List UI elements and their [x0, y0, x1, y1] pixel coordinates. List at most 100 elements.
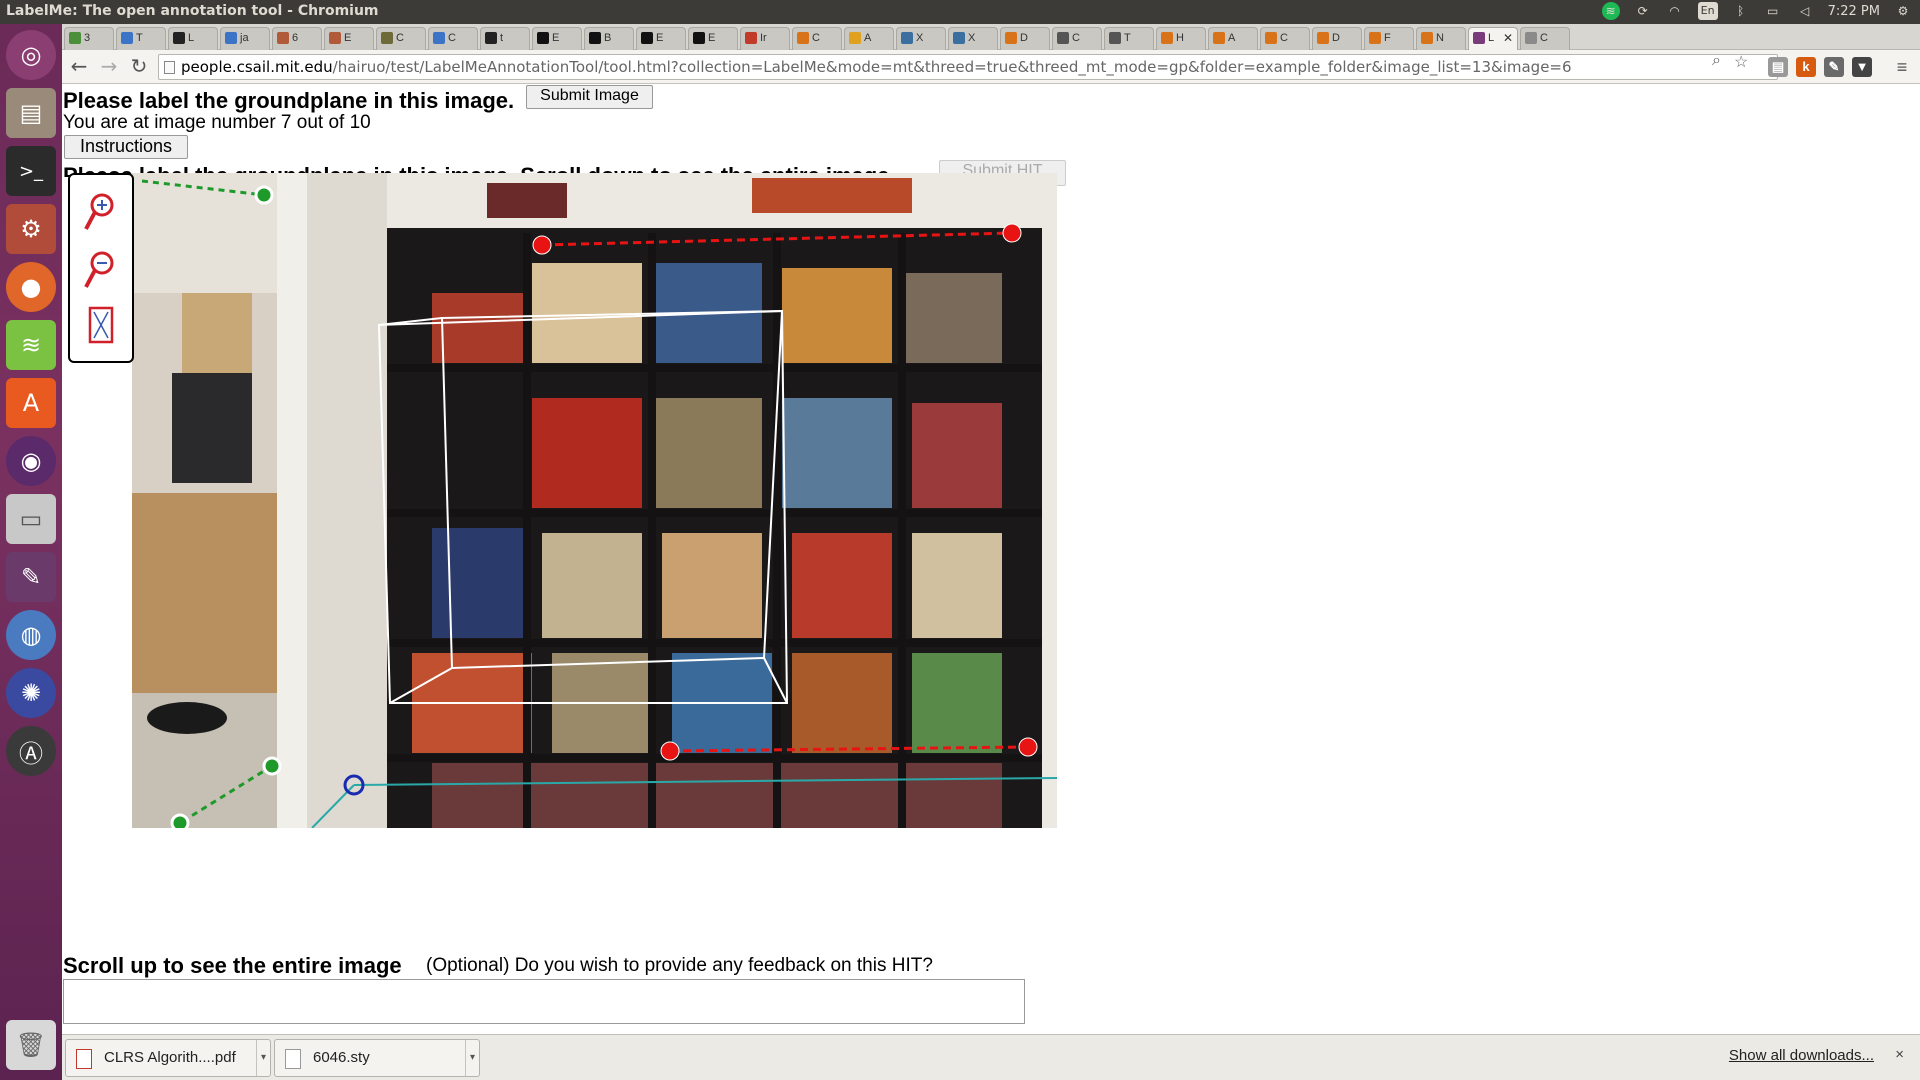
image-editor-icon[interactable]: ✎ [6, 552, 56, 602]
browser-tab[interactable]: C [376, 27, 426, 50]
wifi-icon[interactable]: ◠ [1666, 2, 1684, 20]
battery-icon[interactable]: ▭ [1764, 2, 1782, 20]
browser-tab[interactable]: B [584, 27, 634, 50]
browser-tab[interactable]: 6 [272, 27, 322, 50]
submit-image-button[interactable]: Submit Image [526, 85, 653, 109]
browser-tab[interactable]: E [636, 27, 686, 50]
tab-favicon-icon [1161, 32, 1173, 45]
download-menu-chevron-icon[interactable]: ▾ [465, 1040, 479, 1076]
spotify-tray-icon[interactable]: ≋ [1601, 2, 1620, 20]
download-item-pdf[interactable]: CLRS Algorith....pdf ▾ [65, 1039, 271, 1077]
show-all-downloads-link[interactable]: Show all downloads... [1729, 1047, 1874, 1064]
zoom-icon[interactable]: ⌕ [1712, 52, 1721, 70]
download-filename: 6046.sty [313, 1049, 370, 1066]
app2-icon[interactable]: ✺ [6, 668, 56, 718]
browser-tab[interactable]: E [532, 27, 582, 50]
tools-extension-icon[interactable]: ✎ [1824, 57, 1844, 77]
trash-icon[interactable]: 🗑 [6, 1020, 56, 1070]
sync-icon[interactable]: ⟳ [1634, 2, 1652, 20]
download-menu-chevron-icon[interactable]: ▾ [256, 1040, 270, 1076]
feedback-question: (Optional) Do you wish to provide any fe… [426, 955, 933, 976]
spotify-icon[interactable]: ≋ [6, 320, 56, 370]
update-manager-icon[interactable]: Ⓐ [6, 726, 56, 776]
browser-tab[interactable]: E [688, 27, 738, 50]
browser-tab[interactable]: C [792, 27, 842, 50]
address-bar[interactable]: people.csail.mit.edu/hairuo/test/LabelMe… [158, 54, 1778, 80]
bluetooth-icon[interactable]: ᛒ [1732, 2, 1750, 20]
drive-icon[interactable]: ▭ [6, 494, 56, 544]
zoom-tool-panel [68, 173, 134, 363]
close-icon[interactable]: × [1895, 1046, 1904, 1063]
system-top-bar: LabelMe: The open annotation tool - Chro… [0, 0, 1920, 24]
browser-tab[interactable]: L ✕ [1468, 27, 1518, 51]
browser-tab[interactable]: Ir [740, 27, 790, 50]
files-icon[interactable]: ▤ [6, 88, 56, 138]
zoom-in-icon[interactable] [82, 189, 118, 235]
browser-tab[interactable]: H [1156, 27, 1206, 50]
firefox-icon[interactable]: ● [6, 262, 56, 312]
browser-tab[interactable]: t [480, 27, 530, 50]
tab-label: Ir [760, 32, 767, 44]
k-extension-icon[interactable]: k [1796, 57, 1816, 77]
tab-label: L [1488, 32, 1495, 44]
url-host: people.csail.mit.edu [181, 58, 333, 76]
download-item-sty[interactable]: 6046.sty ▾ [274, 1039, 480, 1077]
app-icon[interactable]: ◉ [6, 436, 56, 486]
terminal-icon[interactable]: >_ [6, 146, 56, 196]
tab-favicon-icon [433, 32, 445, 45]
browser-tab[interactable]: X [948, 27, 998, 50]
tab-close-icon[interactable]: ✕ [1503, 28, 1513, 49]
browser-tab[interactable]: C [1260, 27, 1310, 50]
browser-tab[interactable]: C [428, 27, 478, 50]
settings-icon[interactable]: ⚙ [6, 204, 56, 254]
browser-tab[interactable]: X [896, 27, 946, 50]
tab-favicon-icon [589, 32, 601, 45]
browser-tab[interactable]: T [116, 27, 166, 50]
clock[interactable]: 7:22 PM [1828, 4, 1880, 19]
instructions-button[interactable]: Instructions [64, 135, 188, 159]
browser-tab[interactable]: F [1364, 27, 1414, 50]
volume-icon[interactable]: ◁ [1796, 2, 1814, 20]
back-button[interactable]: ← [68, 56, 90, 78]
tab-favicon-icon [1369, 32, 1381, 45]
tab-favicon-icon [1005, 32, 1017, 45]
tab-label: A [1228, 32, 1236, 44]
pocket-extension-icon[interactable]: ▼ [1852, 57, 1872, 77]
chromium-icon[interactable]: ◍ [6, 610, 56, 660]
tab-label: X [968, 32, 976, 44]
feedback-textarea[interactable] [63, 979, 1025, 1024]
web-page: Please label the groundplane in this ima… [62, 85, 1920, 1034]
tab-favicon-icon [1421, 32, 1433, 45]
reload-button[interactable]: ↻ [128, 56, 150, 78]
url-path: /hairuo/test/LabelMeAnnotationTool/tool.… [332, 58, 1572, 76]
tab-favicon-icon [173, 32, 185, 45]
browser-tab[interactable]: E [324, 27, 374, 50]
keyboard-layout-indicator[interactable]: En [1697, 2, 1718, 20]
page-heading: Please label the groundplane in this ima… [63, 88, 515, 113]
extension-icon[interactable]: ▤ [1768, 57, 1788, 77]
menu-icon[interactable]: ≡ [1892, 57, 1912, 77]
forward-button[interactable]: → [98, 56, 120, 78]
annotation-canvas[interactable] [132, 173, 1057, 828]
ubuntu-logo-icon[interactable]: ◎ [6, 30, 56, 80]
browser-tab[interactable]: A [1208, 27, 1258, 50]
browser-tab[interactable]: N [1416, 27, 1466, 50]
download-filename: CLRS Algorith....pdf [104, 1049, 236, 1066]
gear-icon[interactable]: ⚙ [1894, 2, 1912, 20]
tab-label: C [1072, 32, 1080, 44]
browser-tab[interactable]: 3 [64, 27, 114, 50]
browser-tab[interactable]: D [1000, 27, 1050, 50]
browser-tab[interactable]: D [1312, 27, 1362, 50]
tab-favicon-icon [641, 32, 653, 45]
zoom-out-icon[interactable] [82, 247, 118, 293]
browser-tab[interactable]: T [1104, 27, 1154, 50]
fit-to-screen-icon[interactable] [82, 303, 118, 349]
browser-tab[interactable]: ja [220, 27, 270, 50]
browser-tab[interactable]: C [1520, 27, 1570, 50]
browser-tab[interactable]: C [1052, 27, 1102, 50]
browser-tab[interactable]: A [844, 27, 894, 50]
software-center-icon[interactable]: A [6, 378, 56, 428]
browser-tab[interactable]: L [168, 27, 218, 50]
bookmark-star-icon[interactable]: ☆ [1734, 52, 1748, 72]
tab-favicon-icon [693, 32, 705, 45]
